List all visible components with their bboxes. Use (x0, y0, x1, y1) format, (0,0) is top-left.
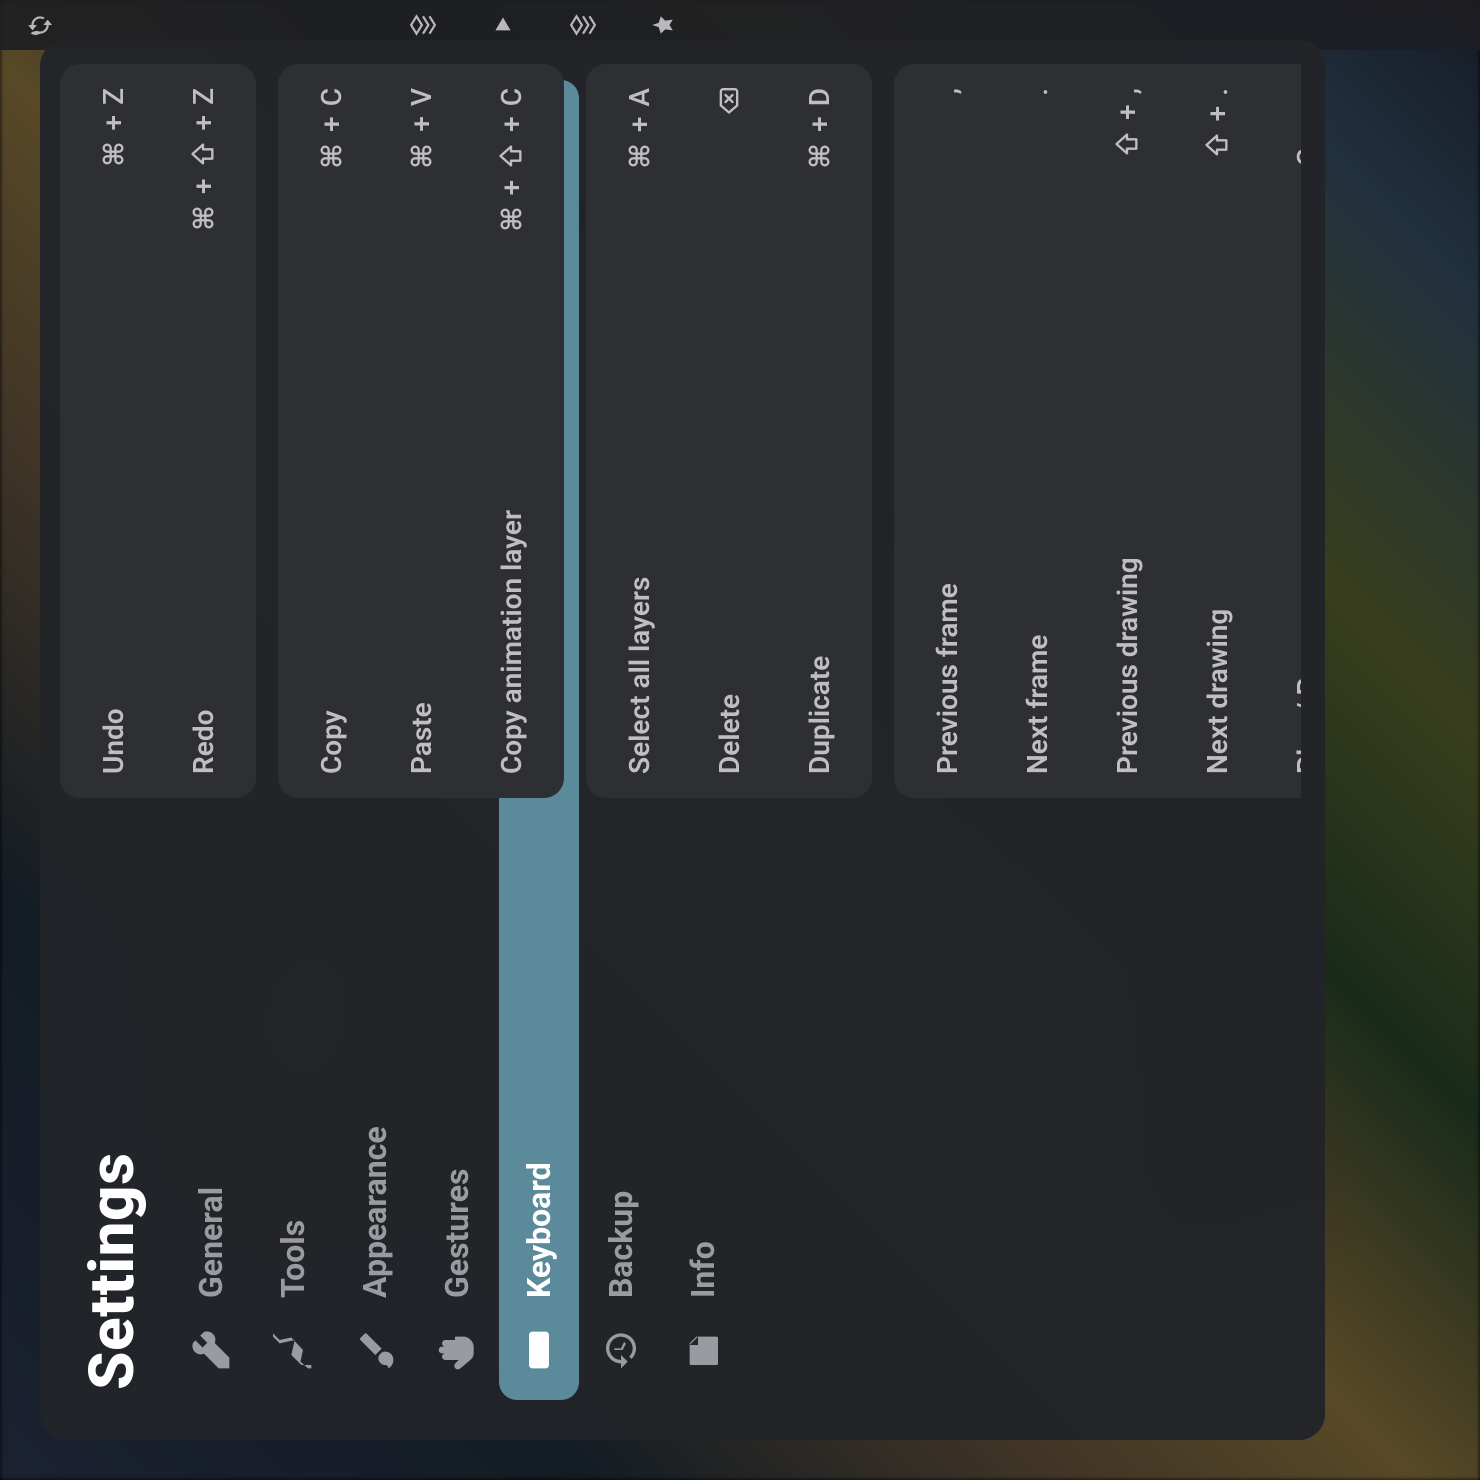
shortcut-row[interactable]: Next frame. (992, 88, 1082, 774)
pin-icon[interactable] (650, 12, 676, 38)
shortcut-row[interactable]: Duplicate+D (774, 88, 864, 774)
shortcut-label: Next drawing (1201, 609, 1234, 774)
key-char: . (1201, 88, 1234, 96)
key-char: Space (1291, 88, 1302, 165)
command-key-icon (99, 140, 127, 168)
shortcut-label: Paste (405, 702, 438, 774)
sidebar-item-label: General (192, 1187, 230, 1298)
key-char: , (931, 88, 964, 94)
shift-key-icon (497, 142, 525, 170)
layers-back-icon[interactable] (570, 12, 596, 38)
delete-key-icon (715, 88, 743, 116)
shortcut-label: Delete (713, 694, 746, 774)
brush-icon (355, 1326, 395, 1374)
shortcut-keys: +Z (97, 88, 130, 168)
pen-icon (273, 1326, 313, 1374)
plus-separator: + (623, 117, 656, 133)
sidebar-item-label: Gestures (438, 1169, 476, 1298)
shortcut-label: Play / Pause (1291, 618, 1302, 775)
key-char: A (623, 88, 656, 107)
shortcut-keys: +V (405, 88, 438, 170)
shift-key-icon (1203, 131, 1231, 159)
command-key-icon (189, 204, 217, 232)
shortcut-label: Previous drawing (1111, 557, 1144, 774)
key-char: , (1111, 88, 1144, 94)
shortcut-row[interactable]: Previous drawing +, (1082, 88, 1172, 774)
command-key-icon (317, 142, 345, 170)
shortcut-keys: +C (315, 88, 348, 170)
note-icon (683, 1326, 723, 1374)
key-char: . (1021, 88, 1054, 96)
plus-separator: + (495, 116, 528, 132)
keyboard-shortcuts-list: Undo+ZRedo++ZCopy+CPaste+VCopy animation… (60, 64, 1301, 798)
history-icon (601, 1326, 641, 1374)
shortcut-row[interactable]: Select all layers+A (594, 88, 684, 774)
shortcut-label: Select all layers (623, 577, 656, 774)
shortcut-group: Select all layers+ADeleteDuplicate+D (586, 64, 872, 798)
shortcut-row[interactable]: Paste+V (376, 88, 466, 774)
shortcut-row[interactable]: Copy+C (286, 88, 376, 774)
plus-separator: + (405, 116, 438, 132)
command-key-icon (805, 142, 833, 170)
plus-separator: + (495, 180, 528, 196)
shortcut-keys: , (931, 88, 964, 94)
shortcut-keys: +, (1111, 88, 1144, 158)
plus-separator: + (97, 115, 130, 131)
refresh-icon[interactable] (26, 12, 52, 38)
shortcut-group: Previous frame,Next frame.Previous drawi… (894, 64, 1301, 798)
keyboard-icon (519, 1326, 559, 1374)
wrench-icon (191, 1326, 231, 1374)
key-char: Z (97, 88, 130, 105)
plus-separator: + (187, 115, 220, 131)
shortcut-row[interactable]: Copy animation layer + + C (466, 88, 556, 774)
settings-panel: Settings General Tools Appearance Gestur… (40, 40, 1325, 1440)
shortcut-keys: . (1021, 88, 1054, 96)
shortcut-row[interactable]: Undo+Z (68, 88, 158, 774)
plus-separator: + (315, 116, 348, 132)
hand-icon (437, 1326, 477, 1374)
plus-separator: + (1111, 104, 1144, 120)
shift-key-icon (1113, 130, 1141, 158)
shortcut-label: Copy (315, 710, 348, 774)
shortcut-row[interactable]: Next drawing +. (1172, 88, 1262, 774)
shortcut-keys: +. (1201, 88, 1234, 159)
command-key-icon (625, 142, 653, 170)
key-char: C (315, 88, 348, 106)
sidebar-item-label: Info (684, 1241, 722, 1298)
shortcut-keys: Space (1291, 88, 1302, 165)
sidebar-item-label: Backup (602, 1191, 640, 1298)
shortcut-row[interactable]: Redo + + Z (158, 88, 248, 774)
shortcut-keys: +D (803, 88, 836, 170)
command-key-icon (407, 142, 435, 170)
shortcut-keys: + + Z (187, 88, 220, 232)
shortcut-label: Copy animation layer (495, 510, 528, 774)
layers-fwd-icon[interactable] (410, 12, 436, 38)
shortcut-row[interactable]: Play / Pause Space (1262, 88, 1301, 774)
shortcut-keys (715, 88, 743, 116)
sidebar-item-label: Tools (274, 1220, 312, 1298)
shortcut-keys: + + C (495, 88, 528, 233)
sidebar-item-label: Keyboard (520, 1162, 558, 1298)
shortcut-group: Undo+ZRedo++Z (60, 64, 256, 798)
shortcut-label: Duplicate (803, 656, 836, 774)
sidebar-item-label: Appearance (356, 1126, 394, 1298)
shortcut-row[interactable]: Previous frame, (902, 88, 992, 774)
shortcut-label: Next frame (1021, 635, 1054, 774)
key-char: C (495, 88, 528, 106)
plus-separator: + (1201, 106, 1234, 122)
key-char: Z (187, 88, 220, 105)
key-char: V (405, 88, 438, 106)
command-key-icon (497, 205, 525, 233)
shift-key-icon (189, 140, 217, 168)
shortcut-group: Copy+CPaste+VCopy animation layer++C (278, 64, 564, 798)
shortcut-label: Redo (187, 710, 220, 774)
shortcut-row[interactable]: Delete (684, 88, 774, 774)
shortcut-label: Previous frame (931, 583, 964, 774)
shortcut-keys: +A (623, 88, 656, 170)
plus-separator: + (803, 116, 836, 132)
key-char: D (803, 88, 836, 106)
play-icon[interactable] (490, 12, 516, 38)
plus-separator: + (187, 178, 220, 194)
shortcut-label: Undo (97, 708, 130, 774)
